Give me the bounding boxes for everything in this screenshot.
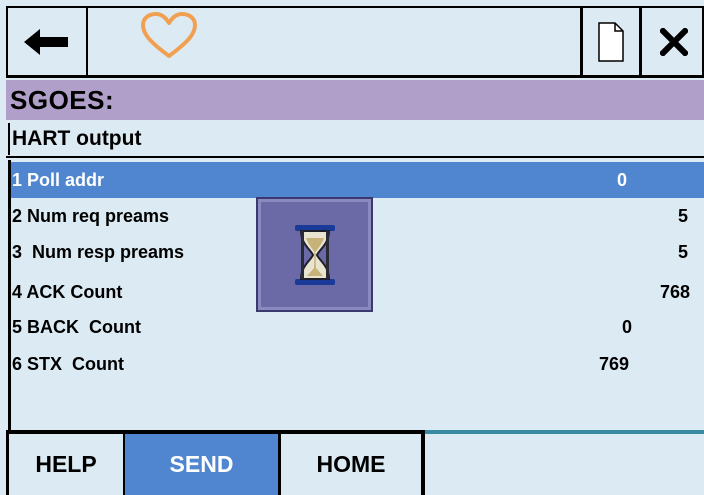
help-button[interactable]: HELP (6, 430, 125, 495)
list-item[interactable]: 1 Poll addr 0 (11, 162, 704, 198)
send-button[interactable]: SEND (125, 430, 281, 495)
item-label: 2 Num req preams (12, 205, 170, 226)
item-value: 5 (677, 241, 688, 262)
bottom-bar: HELP SEND HOME (6, 430, 704, 495)
favorite-button[interactable] (88, 8, 252, 75)
item-label: 4 ACK Count (12, 281, 123, 302)
home-button[interactable]: HOME (281, 430, 425, 495)
item-label: 5 BACK Count (12, 316, 141, 337)
back-arrow-icon (24, 28, 68, 55)
document-button[interactable] (580, 8, 642, 75)
section-subtitle: HART output (8, 123, 704, 155)
list-item[interactable]: 6 STX Count 769 (11, 346, 704, 382)
item-label: 3 Num resp preams (12, 241, 185, 262)
page-title: SGOES: (10, 84, 115, 115)
app-window: SGOES: HART output 1 Poll addr 0 2 Num r… (0, 0, 704, 495)
close-button[interactable] (642, 8, 704, 75)
subtitle-label: HART output (12, 127, 142, 150)
document-icon (598, 21, 624, 62)
bottom-bar-spacer (425, 430, 704, 495)
close-x-icon (660, 27, 688, 56)
toolbar (6, 6, 704, 78)
hourglass-icon (294, 224, 335, 285)
item-label: 1 Poll addr (12, 169, 105, 190)
title-bar: SGOES: (6, 80, 704, 120)
list-item[interactable]: 5 BACK Count 0 (11, 309, 704, 345)
item-value: 0 (621, 316, 632, 337)
divider (6, 156, 704, 158)
busy-indicator (256, 197, 373, 312)
item-value: 5 (677, 205, 688, 226)
item-label: 6 STX Count (12, 353, 124, 374)
item-value: 769 (598, 353, 629, 374)
back-button[interactable] (8, 8, 88, 75)
heart-outline-icon (141, 12, 197, 58)
item-value: 768 (659, 281, 690, 302)
item-value: 0 (616, 169, 627, 190)
